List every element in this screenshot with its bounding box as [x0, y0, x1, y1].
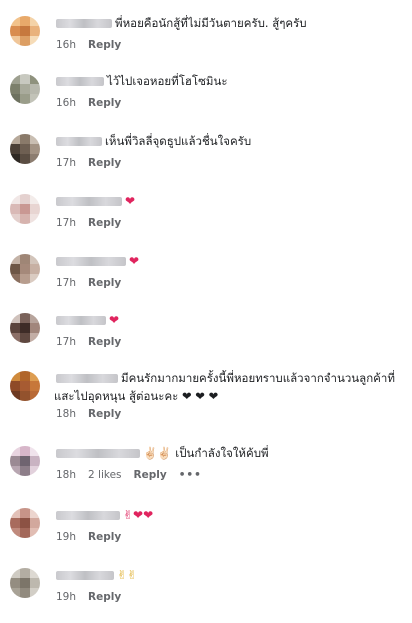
- comment-text: มีคนรักมากมายครั้งนี้พี่หอยทราบแล้วจากจำ…: [121, 371, 395, 385]
- avatar[interactable]: [10, 568, 40, 598]
- comment-text-continued: แสะไปอุดหนุน สู้ต่อนะคะ ❤ ❤ ❤: [54, 389, 219, 403]
- comment-text: ✌🏻✌🏻 เป็นกำลังใจให้ค้บพี่: [143, 446, 269, 460]
- avatar[interactable]: [10, 74, 40, 104]
- reply-link[interactable]: Reply: [88, 408, 121, 420]
- commenter-name[interactable]: [56, 511, 120, 520]
- comment-list: พี่หอยคือนักสู้ที่ไม่มีวันตายครับ. สู้ๆค…: [0, 0, 412, 623]
- avatar[interactable]: [10, 313, 40, 343]
- commenter-name[interactable]: [56, 257, 126, 266]
- avatar[interactable]: [10, 371, 40, 401]
- avatar[interactable]: [10, 254, 40, 284]
- commenter-name[interactable]: [56, 571, 114, 580]
- commenter-name[interactable]: [56, 137, 102, 146]
- avatar[interactable]: [10, 134, 40, 164]
- comment-time: 17h: [56, 217, 77, 229]
- comment-time: 18h: [56, 408, 77, 420]
- comment-time: 16h: [56, 97, 77, 109]
- comment-time: 19h: [56, 531, 77, 543]
- reply-link[interactable]: Reply: [88, 277, 121, 289]
- avatar[interactable]: [10, 508, 40, 538]
- avatar[interactable]: [10, 194, 40, 224]
- commenter-name[interactable]: [56, 77, 104, 86]
- comment-time: 17h: [56, 277, 77, 289]
- emoji-reaction-text: ✌❤❤: [123, 508, 154, 522]
- reply-link[interactable]: Reply: [88, 157, 121, 169]
- reply-link[interactable]: Reply: [88, 97, 121, 109]
- reply-link[interactable]: Reply: [134, 469, 167, 481]
- heart-emoji: ❤: [125, 194, 136, 208]
- commenter-name[interactable]: [56, 449, 140, 458]
- comment-time: 17h: [56, 157, 77, 169]
- comment-text: เห็นพี่วิลลี่จุดธูปแล้วชื่นใจครับ: [105, 134, 252, 148]
- commenter-name[interactable]: [56, 197, 122, 206]
- comment-text: พี่หอยคือนักสู้ที่ไม่มีวันตายครับ. สู้ๆค…: [115, 16, 307, 30]
- commenter-name[interactable]: [56, 19, 112, 28]
- comment-time: 19h: [56, 591, 77, 603]
- comment-text: ไว้ไปเจอหอยที่โฮโซมินะ: [107, 74, 228, 88]
- likes-count[interactable]: 2 likes: [88, 469, 122, 481]
- heart-emoji: ❤: [109, 313, 120, 327]
- reply-link[interactable]: Reply: [88, 336, 121, 348]
- avatar[interactable]: [10, 446, 40, 476]
- more-options-icon[interactable]: •••: [179, 469, 202, 481]
- avatar[interactable]: [10, 16, 40, 46]
- reply-link[interactable]: Reply: [88, 217, 121, 229]
- commenter-name[interactable]: [56, 374, 118, 383]
- comment-time: 17h: [56, 336, 77, 348]
- commenter-name[interactable]: [56, 316, 106, 325]
- reply-link[interactable]: Reply: [88, 591, 121, 603]
- reply-link[interactable]: Reply: [88, 39, 121, 51]
- comment-time: 18h: [56, 469, 77, 481]
- emoji-reaction-text: ✌✌: [117, 568, 138, 582]
- comment-time: 16h: [56, 39, 77, 51]
- heart-emoji: ❤: [129, 254, 140, 268]
- reply-link[interactable]: Reply: [88, 531, 121, 543]
